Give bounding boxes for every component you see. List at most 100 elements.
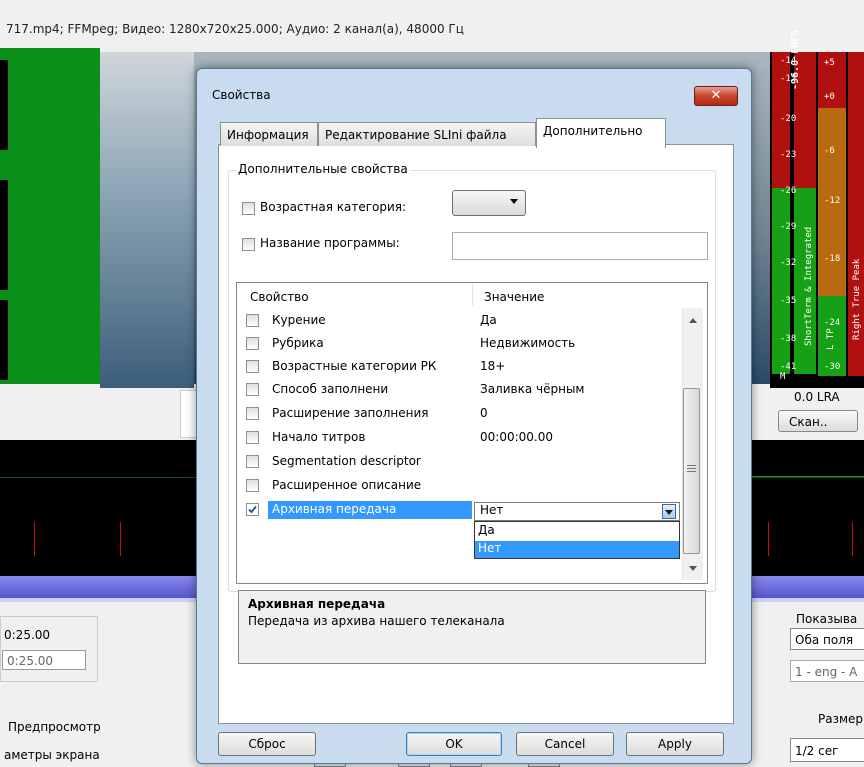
meter-scale-tick: -12 bbox=[824, 196, 841, 206]
video-frame-left-green bbox=[0, 48, 100, 384]
row-label[interactable]: Расширение заполнения bbox=[272, 406, 429, 420]
row-label[interactable]: Курение bbox=[272, 313, 326, 327]
meter-scale-tick: -29 bbox=[780, 222, 797, 232]
row-checkbox[interactable] bbox=[246, 360, 259, 373]
lra-label: 0.0 LRA bbox=[794, 390, 840, 404]
dropdown-option-no[interactable]: Нет bbox=[478, 541, 501, 555]
frame-marker bbox=[0, 60, 8, 150]
dropdown-option-yes[interactable]: Да bbox=[478, 523, 495, 537]
meter-scale-tick: -17 bbox=[780, 74, 797, 84]
scan-button[interactable]: Скан.. bbox=[778, 410, 858, 432]
apply-button[interactable]: Apply bbox=[626, 732, 724, 756]
archive-value-combobox[interactable] bbox=[474, 502, 680, 521]
meter-scale-tick: -41 bbox=[780, 362, 797, 372]
row-checkbox[interactable] bbox=[246, 455, 259, 468]
tab-edit-slini[interactable]: Редактирование SLIni файла bbox=[318, 122, 536, 146]
time-input[interactable]: 0:25.00 bbox=[2, 650, 86, 670]
row-label[interactable]: Начало титров bbox=[272, 430, 365, 444]
marker-tick bbox=[768, 522, 769, 556]
row-checkbox[interactable] bbox=[246, 314, 259, 327]
dropdown-option-highlight bbox=[475, 541, 679, 558]
time-panel bbox=[0, 616, 98, 682]
row-value[interactable]: 00:00:00.00 bbox=[480, 430, 553, 444]
fields-select[interactable]: Оба поля bbox=[790, 628, 864, 650]
meter-scale-tick: -32 bbox=[780, 258, 797, 268]
marker-tick bbox=[852, 522, 853, 556]
reset-button[interactable]: Сброс bbox=[218, 732, 316, 756]
column-separator bbox=[472, 284, 473, 306]
row-label[interactable]: Способ заполнени bbox=[272, 382, 388, 396]
waveform-green-line bbox=[750, 476, 864, 477]
tab-additional[interactable]: Дополнительно bbox=[536, 118, 666, 148]
meter-scale-tick: -23 bbox=[780, 150, 797, 160]
check-icon bbox=[248, 505, 257, 514]
meter-scale-tick: -18 bbox=[824, 254, 841, 264]
close-button[interactable]: ✕ bbox=[694, 86, 738, 106]
frame-marker bbox=[0, 300, 8, 380]
chevron-down-icon bbox=[510, 199, 518, 204]
meter-scale-tick: -30 bbox=[824, 362, 841, 372]
scroll-up-icon[interactable] bbox=[689, 318, 697, 323]
display-group-label: Показыва bbox=[796, 612, 858, 626]
meter-scale-tick: +0 bbox=[824, 92, 835, 102]
screen-params-label: аметры экрана bbox=[4, 748, 100, 762]
row-checkbox[interactable] bbox=[246, 407, 259, 420]
video-black-bar bbox=[100, 52, 194, 388]
row-label-selected[interactable]: Архивная передача bbox=[272, 502, 396, 516]
meter-bar-left-green bbox=[772, 188, 790, 374]
meter-scale-tick: -6 bbox=[824, 146, 835, 156]
audio-track-select[interactable]: 1 - eng - A bbox=[790, 660, 864, 682]
row-label[interactable]: Возрастные категории РК bbox=[272, 359, 436, 373]
meter-scale-tick: -38 bbox=[780, 334, 797, 344]
chevron-down-icon bbox=[665, 510, 673, 515]
meter-scale-tick: -14 bbox=[780, 56, 797, 66]
meter-m-label: M bbox=[780, 372, 786, 382]
description-text: Передача из архива нашего телеканала bbox=[248, 614, 505, 628]
column-header-property[interactable]: Свойство bbox=[250, 290, 309, 304]
row-value[interactable]: Да bbox=[480, 313, 497, 327]
row-checkbox[interactable] bbox=[246, 337, 259, 350]
size-select[interactable]: 1/2 сег bbox=[790, 738, 864, 762]
dialog-title: Свойства bbox=[212, 88, 271, 102]
archive-value-text: Нет bbox=[480, 503, 504, 517]
frame-marker bbox=[0, 180, 8, 290]
preview-label: Предпросмотр bbox=[8, 720, 101, 734]
row-checkbox[interactable] bbox=[246, 479, 259, 492]
meter-ltp-label: L TP bbox=[826, 328, 836, 350]
age-category-label: Возрастная категория: bbox=[260, 200, 407, 214]
meter-scale-tick: -24 bbox=[824, 318, 841, 328]
meter-scale-tick: -20 bbox=[780, 114, 797, 124]
program-name-label: Название программы: bbox=[260, 236, 400, 250]
row-value[interactable]: Недвижимость bbox=[480, 336, 575, 350]
tab-info[interactable]: Информация bbox=[220, 122, 318, 146]
row-label[interactable]: Расширенное описание bbox=[272, 478, 421, 492]
size-label: Размер bbox=[818, 712, 864, 726]
row-value[interactable]: Заливка чёрным bbox=[480, 382, 584, 396]
row-checkbox[interactable] bbox=[246, 431, 259, 444]
marker-tick bbox=[120, 522, 121, 556]
program-name-checkbox[interactable] bbox=[242, 238, 255, 251]
row-label[interactable]: Рубрика bbox=[272, 336, 324, 350]
age-category-checkbox[interactable] bbox=[242, 202, 255, 215]
meter-scale-tick: +5 bbox=[824, 58, 835, 68]
app-title: 717.mp4; FFMpeg; Видео: 1280x720x25.000;… bbox=[6, 22, 464, 36]
marker-tick bbox=[34, 522, 35, 556]
ok-button[interactable]: OK bbox=[406, 732, 502, 756]
row-value[interactable]: 18+ bbox=[480, 359, 505, 373]
scroll-down-icon[interactable] bbox=[689, 566, 697, 571]
meter-shortterm-label: ShortTerm & Integrated bbox=[804, 226, 814, 346]
row-checkbox[interactable] bbox=[246, 383, 259, 396]
group-label: Дополнительные свойства bbox=[236, 162, 410, 176]
meter-scale-tick: -35 bbox=[780, 296, 797, 306]
description-title: Архивная передача bbox=[248, 597, 386, 611]
meter-truepeak-label: Right True Peak bbox=[852, 258, 862, 340]
current-time: 0:25.00 bbox=[4, 628, 51, 642]
grip-icon bbox=[687, 465, 696, 474]
column-header-value[interactable]: Значение bbox=[484, 290, 544, 304]
row-value[interactable]: 0 bbox=[480, 406, 488, 420]
cancel-button[interactable]: Cancel bbox=[516, 732, 614, 756]
meter-scale-tick: -26 bbox=[780, 186, 797, 196]
archive-checkbox-checked[interactable] bbox=[246, 503, 259, 516]
program-name-input[interactable] bbox=[452, 232, 708, 260]
row-label[interactable]: Segmentation descriptor bbox=[272, 454, 421, 468]
